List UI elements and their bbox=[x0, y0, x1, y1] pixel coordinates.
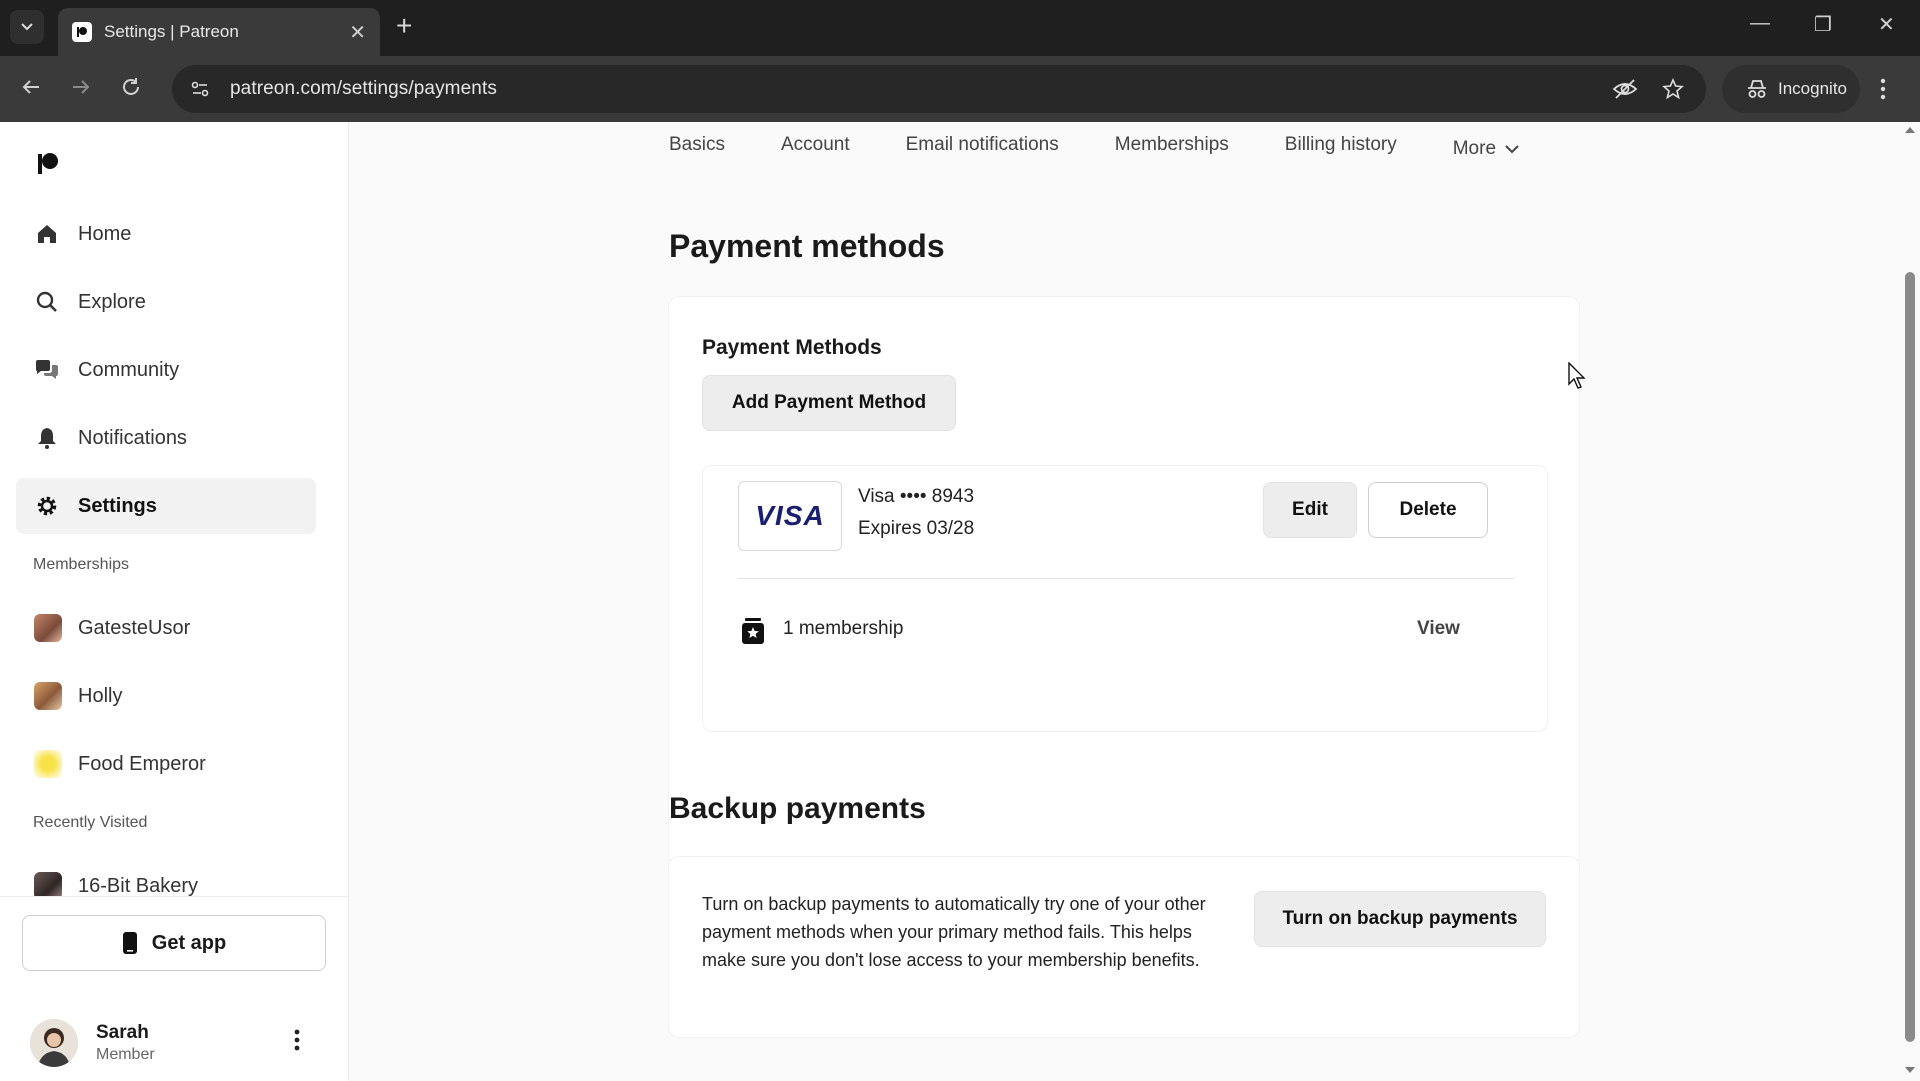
user-profile[interactable]: Sarah Member bbox=[30, 1019, 330, 1069]
get-app-button[interactable]: Get app bbox=[22, 915, 326, 971]
incognito-indicator[interactable]: Incognito bbox=[1722, 65, 1860, 113]
sidebar-item-home[interactable]: Home bbox=[16, 206, 316, 262]
recently-visited-section-label: Recently Visited bbox=[33, 814, 148, 831]
view-memberships-link[interactable]: View bbox=[1417, 618, 1460, 640]
forward-icon[interactable] bbox=[70, 76, 92, 98]
payment-method-row: VISA Visa •••• 8943 Expires 03/28 Edit D… bbox=[702, 465, 1548, 732]
membership-item-gatesteusor[interactable]: GatesteUsor bbox=[16, 600, 316, 656]
phone-icon bbox=[122, 932, 137, 954]
window-close-icon[interactable]: ✕ bbox=[1878, 12, 1895, 37]
mouse-cursor-icon bbox=[1568, 362, 1588, 390]
creator-avatar bbox=[34, 614, 62, 642]
sidebar-item-label: Community bbox=[78, 358, 180, 381]
back-icon[interactable] bbox=[20, 76, 42, 98]
user-role: Member bbox=[96, 1046, 155, 1063]
tab-basics[interactable]: Basics bbox=[669, 134, 725, 164]
tab-more[interactable]: More bbox=[1453, 134, 1520, 164]
membership-icon bbox=[741, 617, 765, 645]
turn-on-backup-payments-button[interactable]: Turn on backup payments bbox=[1254, 891, 1546, 947]
backup-payments-card: Turn on backup payments to automatically… bbox=[669, 857, 1579, 1037]
membership-item-food-emperor[interactable]: Food Emperor bbox=[16, 736, 316, 792]
creator-avatar bbox=[34, 750, 62, 778]
page-title: Payment methods bbox=[669, 228, 945, 264]
more-options-icon[interactable] bbox=[294, 1029, 300, 1051]
chat-icon bbox=[34, 357, 60, 383]
search-icon bbox=[34, 289, 60, 315]
sidebar-item-settings[interactable]: Settings bbox=[16, 478, 316, 534]
membership-label: Food Emperor bbox=[78, 752, 206, 775]
patreon-favicon-icon bbox=[72, 22, 92, 42]
avatar bbox=[30, 1019, 78, 1067]
membership-label: GatesteUsor bbox=[78, 616, 191, 639]
payment-methods-card: Payment Methods Add Payment Method VISA … bbox=[669, 297, 1579, 865]
bell-icon bbox=[34, 425, 60, 451]
sidebar-footer: Get app Sarah Member bbox=[0, 896, 348, 1081]
get-app-label: Get app bbox=[151, 931, 227, 954]
add-payment-method-button[interactable]: Add Payment Method bbox=[702, 375, 956, 431]
visa-logo-text: VISA bbox=[755, 500, 825, 531]
backup-payments-title: Backup payments bbox=[669, 792, 926, 825]
browser-menu-icon[interactable] bbox=[1880, 78, 1886, 100]
tab-account[interactable]: Account bbox=[781, 134, 850, 164]
sidebar: Home Explore Community Notifications Set… bbox=[0, 122, 349, 1081]
reload-icon[interactable] bbox=[120, 76, 142, 98]
tab-close-icon[interactable]: ✕ bbox=[349, 20, 366, 45]
membership-count: 1 membership bbox=[783, 618, 904, 639]
divider bbox=[738, 578, 1514, 579]
settings-tabs: Basics Account Email notifications Membe… bbox=[669, 134, 1520, 164]
incognito-label: Incognito bbox=[1778, 79, 1847, 98]
visa-card-logo: VISA bbox=[738, 481, 842, 551]
scroll-down-icon[interactable] bbox=[1904, 1066, 1916, 1074]
browser-toolbar: patreon.com/settings/payments Incognito bbox=[0, 56, 1920, 122]
sidebar-item-label: Notifications bbox=[78, 426, 187, 449]
backup-payments-description: Turn on backup payments to automatically… bbox=[702, 894, 1206, 970]
tab-memberships[interactable]: Memberships bbox=[1115, 134, 1229, 164]
recent-label: 16-Bit Bakery bbox=[78, 874, 199, 897]
sidebar-item-label: Settings bbox=[78, 494, 157, 517]
minimize-icon[interactable]: — bbox=[1750, 12, 1770, 35]
home-icon bbox=[34, 221, 60, 247]
incognito-icon bbox=[1748, 80, 1766, 98]
chevron-down-icon bbox=[1505, 145, 1519, 154]
sidebar-item-label: Home bbox=[78, 222, 132, 245]
new-tab-button[interactable]: + bbox=[396, 12, 412, 40]
sidebar-item-notifications[interactable]: Notifications bbox=[16, 410, 316, 466]
browser-tab-strip: Settings | Patreon ✕ + — ❐ ✕ bbox=[0, 0, 1920, 56]
patreon-logo-icon[interactable] bbox=[36, 152, 60, 176]
bookmark-star-icon[interactable] bbox=[1662, 78, 1684, 100]
tab-title: Settings | Patreon bbox=[104, 22, 239, 41]
user-name: Sarah bbox=[96, 1022, 149, 1043]
membership-item-holly[interactable]: Holly bbox=[16, 668, 316, 724]
scroll-up-icon[interactable] bbox=[1904, 126, 1916, 134]
sidebar-item-label: Explore bbox=[78, 290, 146, 313]
card-expiry: Expires 03/28 bbox=[858, 518, 975, 539]
payment-methods-card-title: Payment Methods bbox=[702, 336, 882, 359]
chevron-down-icon bbox=[21, 23, 33, 31]
tab-billing-history[interactable]: Billing history bbox=[1285, 134, 1397, 164]
address-bar[interactable]: patreon.com/settings/payments bbox=[172, 65, 1706, 113]
delete-button[interactable]: Delete bbox=[1368, 482, 1488, 538]
eye-off-icon[interactable] bbox=[1612, 78, 1638, 100]
url-text: patreon.com/settings/payments bbox=[230, 78, 497, 99]
scrollbar-thumb[interactable] bbox=[1905, 272, 1915, 1042]
membership-label: Holly bbox=[78, 684, 123, 707]
sidebar-item-explore[interactable]: Explore bbox=[16, 274, 316, 330]
tab-more-label: More bbox=[1452, 138, 1497, 159]
sidebar-item-community[interactable]: Community bbox=[16, 342, 316, 398]
memberships-section-label: Memberships bbox=[33, 556, 130, 573]
tab-email-notifications[interactable]: Email notifications bbox=[906, 134, 1059, 164]
main-content: Basics Account Email notifications Membe… bbox=[349, 122, 1900, 1080]
site-info-icon[interactable] bbox=[184, 73, 216, 105]
card-number: Visa •••• 8943 bbox=[858, 486, 975, 507]
browser-tab-active[interactable]: Settings | Patreon ✕ bbox=[58, 8, 380, 56]
edit-button[interactable]: Edit bbox=[1263, 482, 1357, 538]
gear-icon bbox=[34, 493, 60, 519]
page-scrollbar[interactable] bbox=[1900, 122, 1920, 1080]
creator-avatar bbox=[34, 682, 62, 710]
restore-icon[interactable]: ❐ bbox=[1814, 12, 1832, 37]
tab-search-button[interactable] bbox=[10, 10, 44, 44]
